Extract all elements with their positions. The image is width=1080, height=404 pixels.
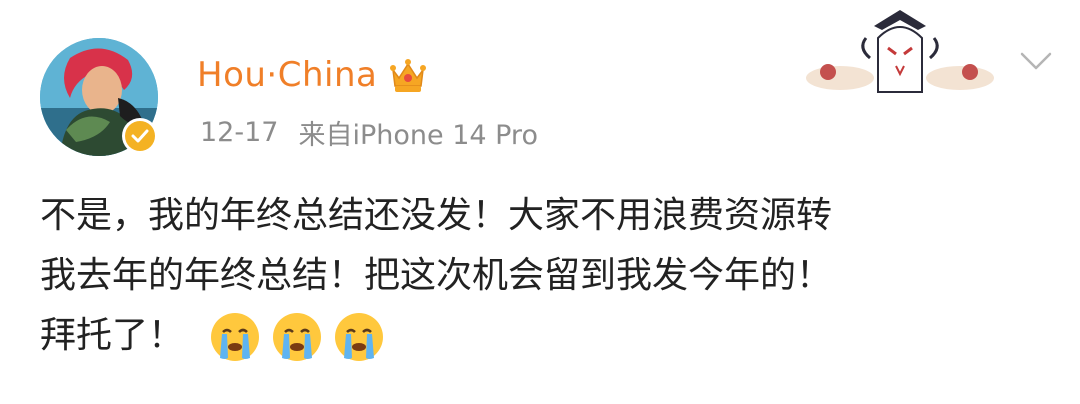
content-line-2: 我去年的年终总结！把这次机会留到我发今年的！ — [40, 255, 833, 296]
content-line-3: 拜托了！ — [40, 306, 1050, 366]
crying-emoji-icon — [208, 310, 262, 364]
crown-icon[interactable] — [387, 54, 429, 96]
crying-emoji-icon — [270, 310, 324, 364]
emoji-row — [208, 310, 386, 364]
post-content: 不是，我的年终总结还没发！大家不用浪费资源转 我去年的年终总结！把这次机会留到我… — [40, 186, 1050, 366]
username[interactable]: Hou·China — [197, 55, 377, 95]
post-date: 12-17 — [200, 116, 279, 148]
crying-emoji-icon — [332, 310, 386, 364]
post-source: 来自iPhone 14 Pro — [298, 119, 538, 151]
verified-badge — [122, 118, 158, 154]
chevron-down-icon[interactable] — [1016, 46, 1056, 74]
verified-check-icon — [125, 121, 155, 151]
card-decoration-icon — [806, 10, 994, 93]
content-line-1: 不是，我的年终总结还没发！大家不用浪费资源转 — [40, 195, 833, 236]
post-meta: 12-17 来自iPhone 14 Pro — [200, 112, 538, 152]
content-line-3-text: 拜托了！ — [40, 315, 185, 356]
weibo-post: Hou·China 12-17 来自iPhone 14 Pro 不是，我的年终总… — [0, 0, 1080, 404]
username-row: Hou·China — [197, 50, 429, 100]
